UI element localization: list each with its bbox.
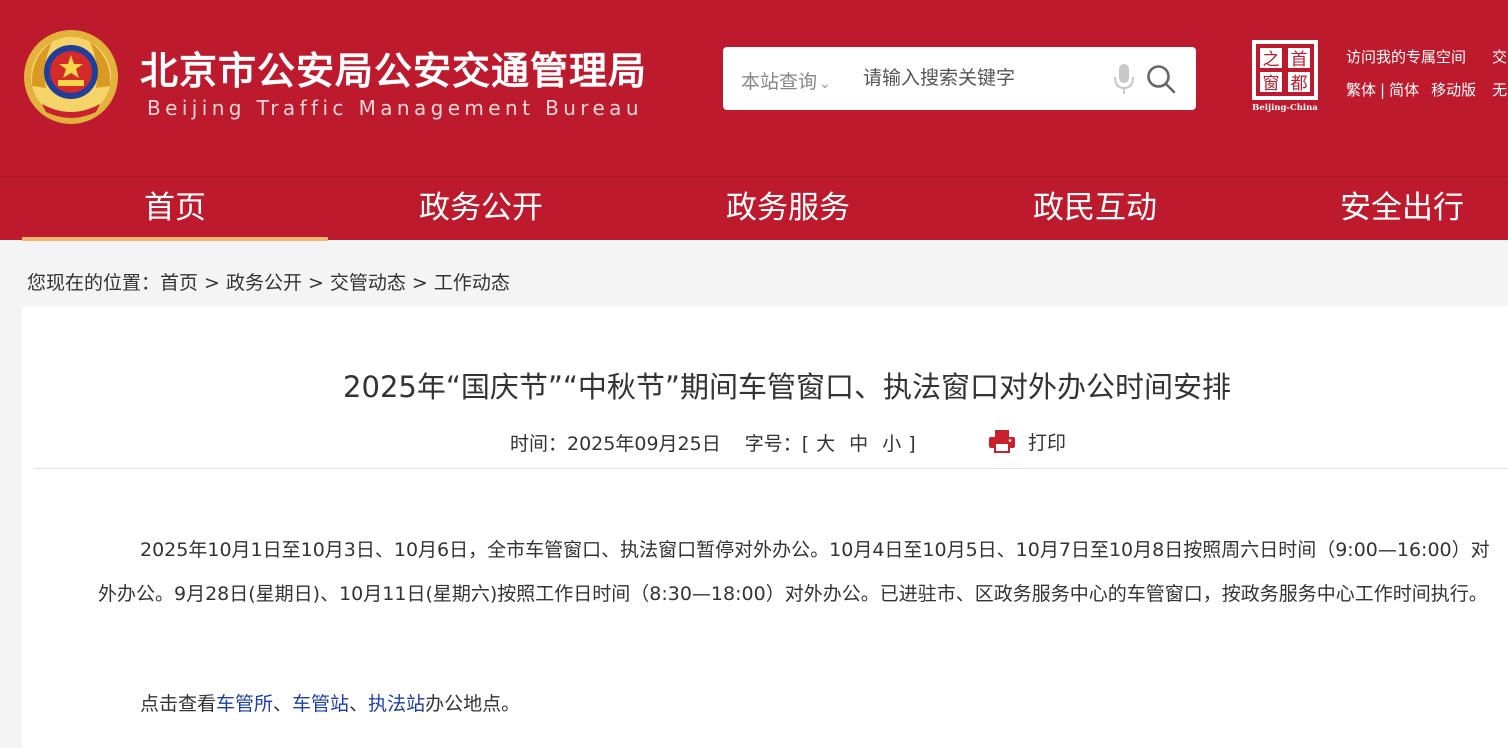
mobile-link[interactable]: 移动版 [1431, 79, 1476, 101]
print-label: 打印 [1028, 432, 1067, 454]
lang-divider: | [1380, 81, 1386, 99]
capital-window-logo[interactable]: 首 都 之 窗 Beijing-China [1252, 40, 1318, 112]
article-title: 2025年“国庆节”“中秋节”期间车管窗口、执法窗口对外办公时间安排 [343, 370, 1231, 404]
logo-char-1: 首 [1291, 50, 1308, 70]
printer-icon [989, 430, 1015, 453]
simplified-link[interactable]: 简体 [1389, 79, 1419, 101]
logo-char-3: 之 [1263, 50, 1280, 70]
overflow-link-1[interactable]: 交 [1492, 46, 1507, 68]
breadcrumb-gov-affairs[interactable]: 政务公开 [226, 272, 302, 294]
font-size-medium-button[interactable]: 中 [849, 433, 868, 455]
paragraph2-prefix: 点击查看 [140, 693, 217, 715]
main-nav: 首页 政务公开 政务服务 政民互动 安全出行 [0, 176, 1508, 241]
nav-public-interaction[interactable]: 政民互动 [942, 177, 1248, 241]
link-enforcement-station[interactable]: 执法站 [368, 693, 425, 715]
link-vehicle-station[interactable]: 车管站 [292, 693, 349, 715]
font-size-large-button[interactable]: 大 [816, 433, 835, 455]
breadcrumb-traffic-news[interactable]: 交管动态 [330, 272, 406, 294]
article-paragraph-1: 2025年10月1日至10月3日、10月6日，全市车管窗口、执法窗口暂停对外办公… [98, 539, 1490, 605]
paragraph2-suffix: 办公地点。 [425, 693, 521, 715]
font-size-label: 字号： [744, 433, 802, 455]
microphone-icon[interactable] [1113, 63, 1135, 95]
nav-home[interactable]: 首页 [22, 177, 328, 241]
logo-caption: Beijing-China [1252, 103, 1318, 112]
search-icon[interactable] [1146, 64, 1176, 94]
font-size-bracket-close: ] [908, 433, 916, 455]
breadcrumb-separator: > [307, 272, 324, 294]
article-panel: 2025年“国庆节”“中秋节”期间车管窗口、执法窗口对外办公时间安排 时间：20… [22, 306, 1508, 748]
traditional-link[interactable]: 繁体 [1346, 79, 1376, 101]
title-divider [34, 468, 1508, 469]
breadcrumb-separator: > [204, 272, 220, 294]
font-size-small-button[interactable]: 小 [882, 433, 901, 455]
site-title-en: Beijing Traffic Management Bureau [147, 96, 643, 120]
logo-char-2: 都 [1291, 74, 1308, 94]
police-emblem-icon[interactable] [22, 28, 120, 126]
paragraph2-sep-2: 、 [349, 693, 369, 715]
search-scope-select[interactable]: 本站查询 ⌄ [741, 67, 831, 94]
top-links: 访问我的专属空间 交 繁体 | 简体 移动版无 [1346, 46, 1507, 112]
search-scope-label: 本站查询 [741, 71, 818, 93]
my-space-link[interactable]: 访问我的专属空间 [1346, 46, 1466, 68]
breadcrumb-home[interactable]: 首页 [160, 272, 198, 294]
article-date: 时间：2025年09月25日 [510, 433, 721, 455]
search-input[interactable] [863, 61, 1103, 95]
breadcrumb: 您现在的位置：首页 > 政务公开 > 交管动态 > 工作动态 [27, 268, 510, 295]
logo-char-4: 窗 [1263, 74, 1280, 94]
article-meta: 时间：2025年09月25日 字号：[ 大中小] [510, 429, 916, 456]
site-header: 北京市公安局公安交通管理局 Beijing Traffic Management… [0, 0, 1508, 176]
breadcrumb-work-news[interactable]: 工作动态 [434, 272, 510, 294]
site-title[interactable]: 北京市公安局公安交通管理局 [140, 40, 647, 95]
search-box: 本站查询 ⌄ [723, 47, 1196, 110]
paragraph2-sep-1: 、 [273, 693, 293, 715]
overflow-link-2[interactable]: 无 [1492, 79, 1507, 101]
article-paragraph-2: 点击查看车管所、车管站、执法站办公地点。 [98, 682, 1508, 726]
nav-safe-travel[interactable]: 安全出行 [1249, 177, 1508, 241]
breadcrumb-prefix: 您现在的位置： [27, 272, 161, 294]
nav-government-services[interactable]: 政务服务 [635, 177, 941, 241]
breadcrumb-separator: > [411, 272, 428, 294]
nav-government-affairs[interactable]: 政务公开 [328, 177, 634, 241]
font-size-bracket-open: [ [801, 433, 810, 455]
chevron-down-icon: ⌄ [819, 76, 831, 92]
link-vehicle-office[interactable]: 车管所 [216, 693, 273, 715]
